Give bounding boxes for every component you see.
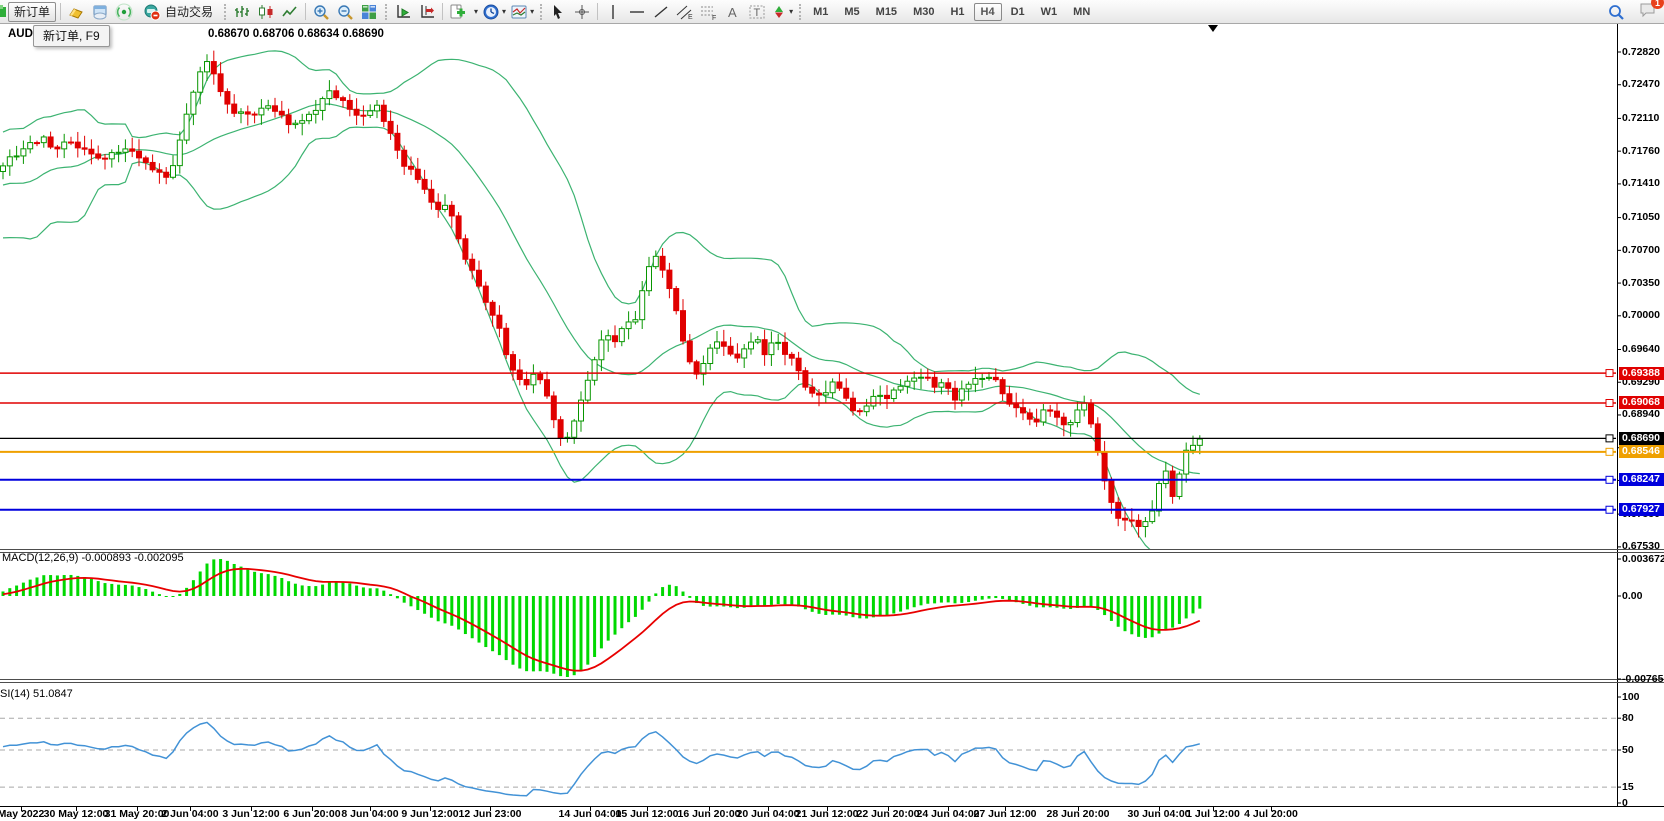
line-chart-icon[interactable] xyxy=(279,2,301,22)
price-level-label[interactable]: 0.68546 xyxy=(1619,445,1664,458)
autotrading-label: 自动交易 xyxy=(165,3,213,20)
top-toolbar: 新订单 自动交易 ▾ ▾ ▾ xyxy=(0,0,1664,24)
horizontal-line-icon[interactable] xyxy=(626,2,648,22)
price-level-label[interactable]: 0.68247 xyxy=(1619,473,1664,486)
timeframe-button-W1[interactable]: W1 xyxy=(1034,3,1065,21)
trendline-icon[interactable] xyxy=(650,2,672,22)
text-icon[interactable]: A xyxy=(722,2,744,22)
timeframe-button-D1[interactable]: D1 xyxy=(1004,3,1032,21)
clipped-icon xyxy=(0,3,7,21)
arrows-icon[interactable]: ▾ xyxy=(770,2,794,22)
new-order-tooltip: 新订单, F9 xyxy=(33,25,110,47)
svg-text:T: T xyxy=(754,7,761,19)
search-icon[interactable] xyxy=(1605,2,1627,22)
new-order-button[interactable]: 新订单 xyxy=(8,2,56,22)
autotrading-icon xyxy=(143,3,161,21)
new-order-label: 新订单 xyxy=(14,3,50,20)
timeframe-group: M1M5M15M30H1H4D1W1MN xyxy=(805,3,1098,21)
timeframe-button-M15[interactable]: M15 xyxy=(869,3,904,21)
equidistant-channel-icon[interactable]: E xyxy=(674,2,696,22)
svg-text:A: A xyxy=(728,5,737,20)
auto-scroll-icon[interactable] xyxy=(392,2,414,22)
text-label-icon[interactable]: T xyxy=(746,2,768,22)
fibonacci-icon[interactable]: F xyxy=(698,2,720,22)
signal-icon[interactable] xyxy=(113,2,135,22)
price-level-label[interactable]: 0.68690 xyxy=(1619,432,1664,445)
timeframe-button-H1[interactable]: H1 xyxy=(943,3,971,21)
vertical-line-icon[interactable] xyxy=(602,2,624,22)
svg-text:F: F xyxy=(712,15,716,21)
publish-chart-icon[interactable] xyxy=(89,2,111,22)
deposit-gold-icon[interactable] xyxy=(65,2,87,22)
price-level-label[interactable]: 0.69068 xyxy=(1619,396,1664,409)
timeframe-button-M1[interactable]: M1 xyxy=(806,3,835,21)
timeframe-button-H4[interactable]: H4 xyxy=(974,3,1002,21)
timeframe-button-M5[interactable]: M5 xyxy=(837,3,866,21)
tile-windows-icon[interactable] xyxy=(358,2,380,22)
crosshair-icon[interactable] xyxy=(571,2,593,22)
notification-badge: 1 xyxy=(1651,0,1664,9)
zoom-in-icon[interactable] xyxy=(310,2,332,22)
autotrading-button[interactable]: 自动交易 xyxy=(137,2,219,22)
notifications-button[interactable]: 1 xyxy=(1638,0,1658,23)
cursor-icon[interactable] xyxy=(547,2,569,22)
zoom-out-icon[interactable] xyxy=(334,2,356,22)
timeframe-button-MN[interactable]: MN xyxy=(1066,3,1097,21)
chart-shift-icon[interactable] xyxy=(416,2,438,22)
svg-text:E: E xyxy=(688,14,693,21)
mt4-window: { "toolbar": { "new_order_label": "新订单",… xyxy=(0,0,1664,821)
indicators-add-icon[interactable]: ▾ xyxy=(447,2,479,22)
templates-icon[interactable]: ▾ xyxy=(509,2,535,22)
timeframe-button-M30[interactable]: M30 xyxy=(906,3,941,21)
price-level-label[interactable]: 0.69388 xyxy=(1619,367,1664,380)
candlestick-chart-icon[interactable] xyxy=(255,2,277,22)
chart-area[interactable] xyxy=(0,0,1664,821)
price-level-label[interactable]: 0.67927 xyxy=(1619,503,1664,516)
bar-chart-icon[interactable] xyxy=(231,2,253,22)
periods-clock-icon[interactable]: ▾ xyxy=(481,2,507,22)
